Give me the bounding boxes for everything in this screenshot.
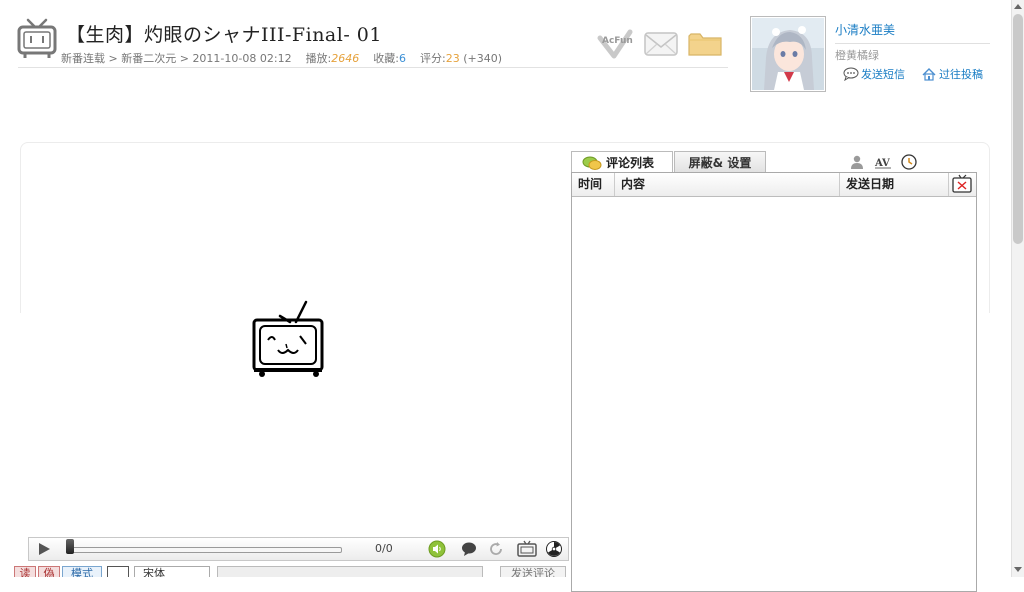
tab-comment-list[interactable]: 评论列表 (571, 151, 673, 173)
user-avatar[interactable] (750, 16, 826, 92)
user-divider (835, 43, 990, 44)
mode-button[interactable]: 模式 (62, 566, 102, 577)
seek-track[interactable] (68, 547, 342, 553)
danmaku-input[interactable] (217, 566, 483, 577)
breadcrumb-separator: > (105, 52, 122, 65)
breadcrumb-separator: > (176, 52, 193, 65)
folder-icon[interactable] (686, 28, 724, 60)
color-picker[interactable] (107, 566, 129, 577)
tab-block-settings[interactable]: 屏蔽& 设置 (674, 151, 766, 173)
send-comment-button[interactable]: 发送评论 (500, 566, 566, 577)
svg-text:AV: AV (874, 158, 890, 169)
meta-line: 新番连载 > 新番二次元 > 2011-10-08 02:12 播放:2646 … (61, 50, 502, 66)
column-header-date[interactable]: 发送日期 (840, 173, 949, 196)
upload-datetime: 2011-10-08 02:12 (192, 52, 292, 65)
plays-count: 2646 (331, 52, 360, 65)
username-link[interactable]: 小清水亜美 (835, 21, 895, 38)
score-label: 评分: (420, 52, 446, 65)
scrollbar-thumb[interactable] (1013, 14, 1023, 244)
column-header-content[interactable]: 内容 (615, 173, 840, 196)
page-title: 【生肉】灼眼のシャナIII-Final- 01 (66, 24, 382, 46)
clock-icon[interactable] (901, 154, 917, 170)
tv-widescreen-icon[interactable] (516, 540, 538, 558)
danmaku-bubble-icon[interactable] (460, 540, 478, 558)
font-select[interactable]: 宋体 (134, 566, 210, 577)
score-value: 23 (445, 52, 460, 65)
radiation-settings-icon[interactable] (545, 540, 563, 558)
volume-icon[interactable] (428, 540, 446, 558)
header-divider (18, 67, 728, 68)
column-header-close[interactable] (949, 173, 976, 196)
loop-icon[interactable] (487, 540, 505, 558)
acfun-check-icon[interactable]: AcFun (596, 28, 634, 60)
send-message-label: 发送短信 (861, 68, 905, 81)
home-icon (922, 67, 936, 81)
plays-label: 播放: (305, 52, 332, 65)
breadcrumb-level2[interactable]: 新番二次元 (121, 52, 176, 65)
comment-list[interactable] (571, 172, 977, 592)
tv-logo-icon[interactable] (16, 18, 58, 60)
favorites-label: 收藏: (373, 52, 399, 65)
play-icon[interactable] (36, 541, 52, 557)
scroll-down-arrow-icon[interactable] (1013, 566, 1023, 574)
av-icon[interactable]: AV (874, 154, 892, 170)
favorites-count: 6 (399, 52, 406, 65)
tv-close-icon (952, 174, 972, 193)
tv-face-loading-icon (252, 300, 324, 377)
alt-tab[interactable]: 偽 (38, 566, 60, 577)
user-motto: 橙黄橘绿 (835, 49, 879, 62)
danmaku-input-bar: 读 偽 模式 宋体 发送评论 (14, 566, 570, 577)
mail-icon[interactable] (642, 28, 680, 60)
tab-comment-list-label: 评论列表 (606, 156, 655, 170)
breadcrumb-level1[interactable]: 新番连载 (61, 52, 105, 65)
user-filter-icon[interactable] (849, 154, 865, 170)
time-display: 0/0 (375, 542, 393, 555)
column-header-time[interactable]: 时间 (572, 173, 615, 196)
seek-handle[interactable] (66, 539, 74, 554)
past-posts-label: 过往投稿 (939, 68, 983, 81)
scroll-up-arrow-icon[interactable] (1013, 2, 1023, 10)
comment-list-header: 时间 内容 发送日期 (572, 173, 976, 197)
score-extra: (+340) (463, 52, 503, 65)
read-tab[interactable]: 读 (14, 566, 36, 577)
chat-bubble-icon (843, 67, 859, 81)
svg-text:AcFun: AcFun (602, 36, 633, 46)
past-posts-link[interactable]: 过往投稿 (922, 66, 983, 82)
comments-bubble-icon (582, 156, 602, 170)
send-message-link[interactable]: 发送短信 (843, 66, 905, 82)
